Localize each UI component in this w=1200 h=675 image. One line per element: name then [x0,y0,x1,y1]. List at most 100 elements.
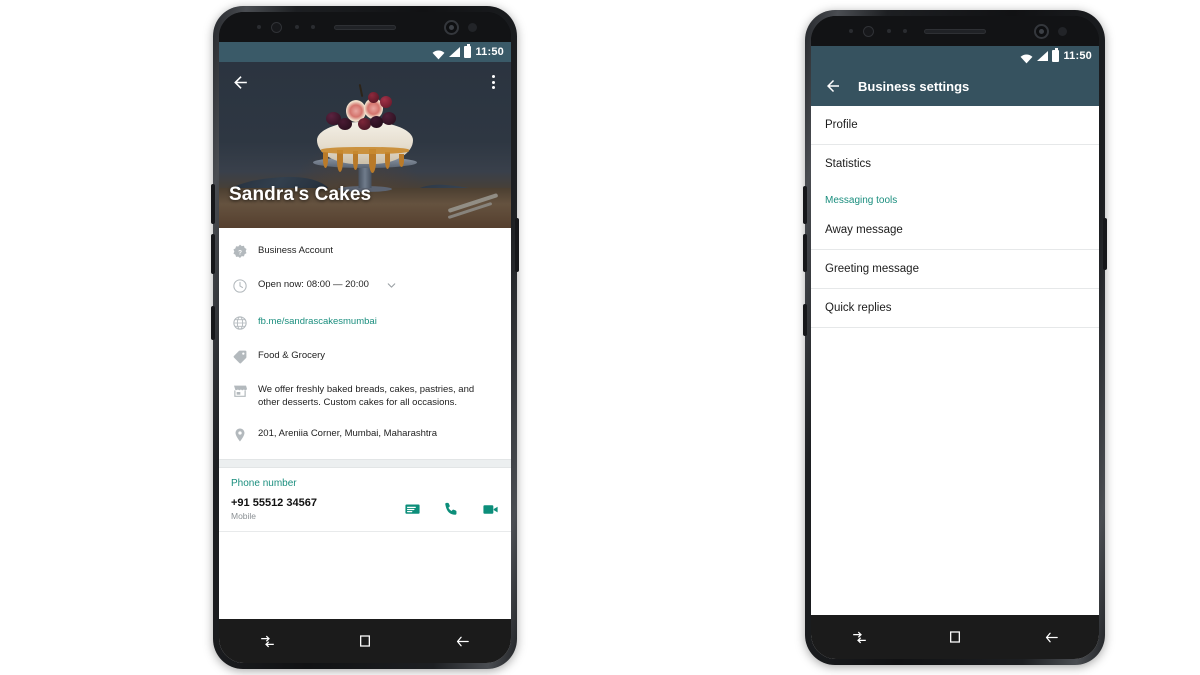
svg-text:?: ? [238,249,242,256]
left-phone-screen: 11:50 Sandra's Cakes ? Business Account … [219,42,511,663]
caramel-drip [323,152,328,168]
secondary-sensor-icon [468,22,477,32]
settings-app-bar: Business settings [811,66,1099,106]
blackberry [370,116,383,128]
led-indicator-icon [903,29,907,33]
settings-item-greeting-message[interactable]: Greeting message [811,250,1099,289]
phone-number-type: Mobile [231,511,257,522]
status-bar-clock: 11:50 [1063,50,1092,62]
home-icon[interactable] [348,628,382,654]
bixby-button[interactable] [211,306,215,340]
right-phone-top-bezel [811,16,1099,46]
recents-icon[interactable] [842,624,876,650]
caramel-band [321,147,409,154]
back-arrow-icon[interactable] [824,77,842,95]
phone-section-label: Phone number [231,478,297,490]
caramel-drip [399,154,404,167]
power-button[interactable] [515,218,519,272]
info-row-label[interactable]: fb.me/sandrascakesmumbai [258,313,377,328]
raspberry [358,118,371,130]
settings-item-profile[interactable]: Profile [811,106,1099,145]
phone-number-row[interactable]: +91 55512 34567 Mobile [219,497,511,531]
front-camera-icon [1034,23,1049,39]
signal-icon [449,47,461,57]
call-icon[interactable] [443,501,460,518]
settings-item-quick-replies[interactable]: Quick replies [811,289,1099,328]
video-call-icon[interactable] [482,501,499,518]
secondary-sensor-icon [1058,26,1067,36]
left-screen-filler [219,532,511,619]
blackberry [382,112,396,125]
caramel-drip [385,152,390,169]
volume-down-button[interactable] [803,234,807,272]
info-row-category[interactable]: Food & Grocery [219,339,511,373]
location-pin-icon [231,426,248,443]
info-row-address[interactable]: 201, Areniia Corner, Mumbai, Maharashtra [219,417,511,451]
phone-number-text-block: +91 55512 34567 Mobile [231,497,317,521]
right-status-bar: 11:50 [811,46,1099,66]
earpiece-speaker-icon [334,24,396,30]
settings-group-messaging-tools: Messaging tools [825,195,898,206]
led-indicator-icon [311,25,315,29]
left-phone-device: 11:50 Sandra's Cakes ? Business Account … [211,6,519,669]
volume-down-button[interactable] [211,234,215,274]
wifi-icon [1020,51,1033,64]
battery-icon [464,44,472,58]
left-phone-top-bezel [219,12,511,42]
power-button[interactable] [1103,218,1107,270]
status-bar-clock: 11:50 [475,46,504,58]
light-sensor-icon [887,29,891,33]
wifi-icon [432,47,445,60]
iris-scanner-icon [271,21,282,33]
right-phone-screen: 11:50 Business settings Profile Statisti… [811,46,1099,659]
tag-icon [231,348,248,365]
overflow-menu-icon[interactable] [488,71,499,93]
phone-number-value: +91 55512 34567 [231,497,317,510]
storefront-icon [231,382,248,399]
settings-item-statistics[interactable]: Statistics [811,145,1099,183]
phone-number-section: Phone number +91 55512 34567 Mobile [219,468,511,533]
message-icon[interactable] [404,501,421,518]
info-row-business-account[interactable]: ? Business Account [219,234,511,268]
chevron-down-icon[interactable] [385,276,398,297]
info-row-label: Business Account [258,245,333,256]
back-icon[interactable] [1034,624,1068,650]
left-status-bar: 11:50 [219,42,511,62]
iris-scanner-icon [863,25,874,37]
battery-icon [1052,48,1060,62]
left-navigation-bar [219,619,511,663]
info-row-description[interactable]: We offer freshly baked breads, cakes, pa… [219,373,511,417]
business-name: Sandra's Cakes [229,184,372,205]
business-cover-photo: Sandra's Cakes [219,62,511,228]
cover-top-bar [219,62,511,102]
settings-item-away-message[interactable]: Away message [811,211,1099,250]
home-icon[interactable] [938,624,972,650]
recents-icon[interactable] [251,628,285,654]
volume-up-button[interactable] [211,184,215,224]
info-row-website[interactable]: fb.me/sandrascakesmumbai [219,305,511,339]
proximity-sensor-icon [849,29,853,33]
section-separator [219,459,511,469]
settings-list: Profile Statistics Messaging tools Away … [811,106,1099,615]
front-camera-icon [444,19,459,35]
info-row-label: Open now: 08:00 — 20:00 [258,279,369,290]
info-row-label: Food & Grocery [258,350,326,361]
volume-up-button[interactable] [803,186,807,224]
verified-business-icon: ? [231,243,248,260]
info-row-label: 201, Areniia Corner, Mumbai, Maharashtra [258,428,438,440]
business-info-card: ? Business Account Open now: 08:00 — 20:… [219,228,511,460]
right-navigation-bar [811,615,1099,659]
phone-action-buttons [404,501,499,518]
light-sensor-icon [295,25,299,29]
proximity-sensor-icon [257,25,261,29]
page-title: Business settings [858,78,970,94]
info-row-business-hours[interactable]: Open now: 08:00 — 20:00 [219,268,511,305]
clock-icon [231,277,248,294]
right-phone-device: 11:50 Business settings Profile Statisti… [803,10,1107,665]
earpiece-speaker-icon [924,28,986,34]
bixby-button[interactable] [803,304,807,336]
signal-icon [1037,51,1049,61]
back-icon[interactable] [445,628,479,654]
screenshot-canvas: 11:50 Sandra's Cakes ? Business Account … [0,0,1200,675]
back-arrow-icon[interactable] [231,73,250,92]
